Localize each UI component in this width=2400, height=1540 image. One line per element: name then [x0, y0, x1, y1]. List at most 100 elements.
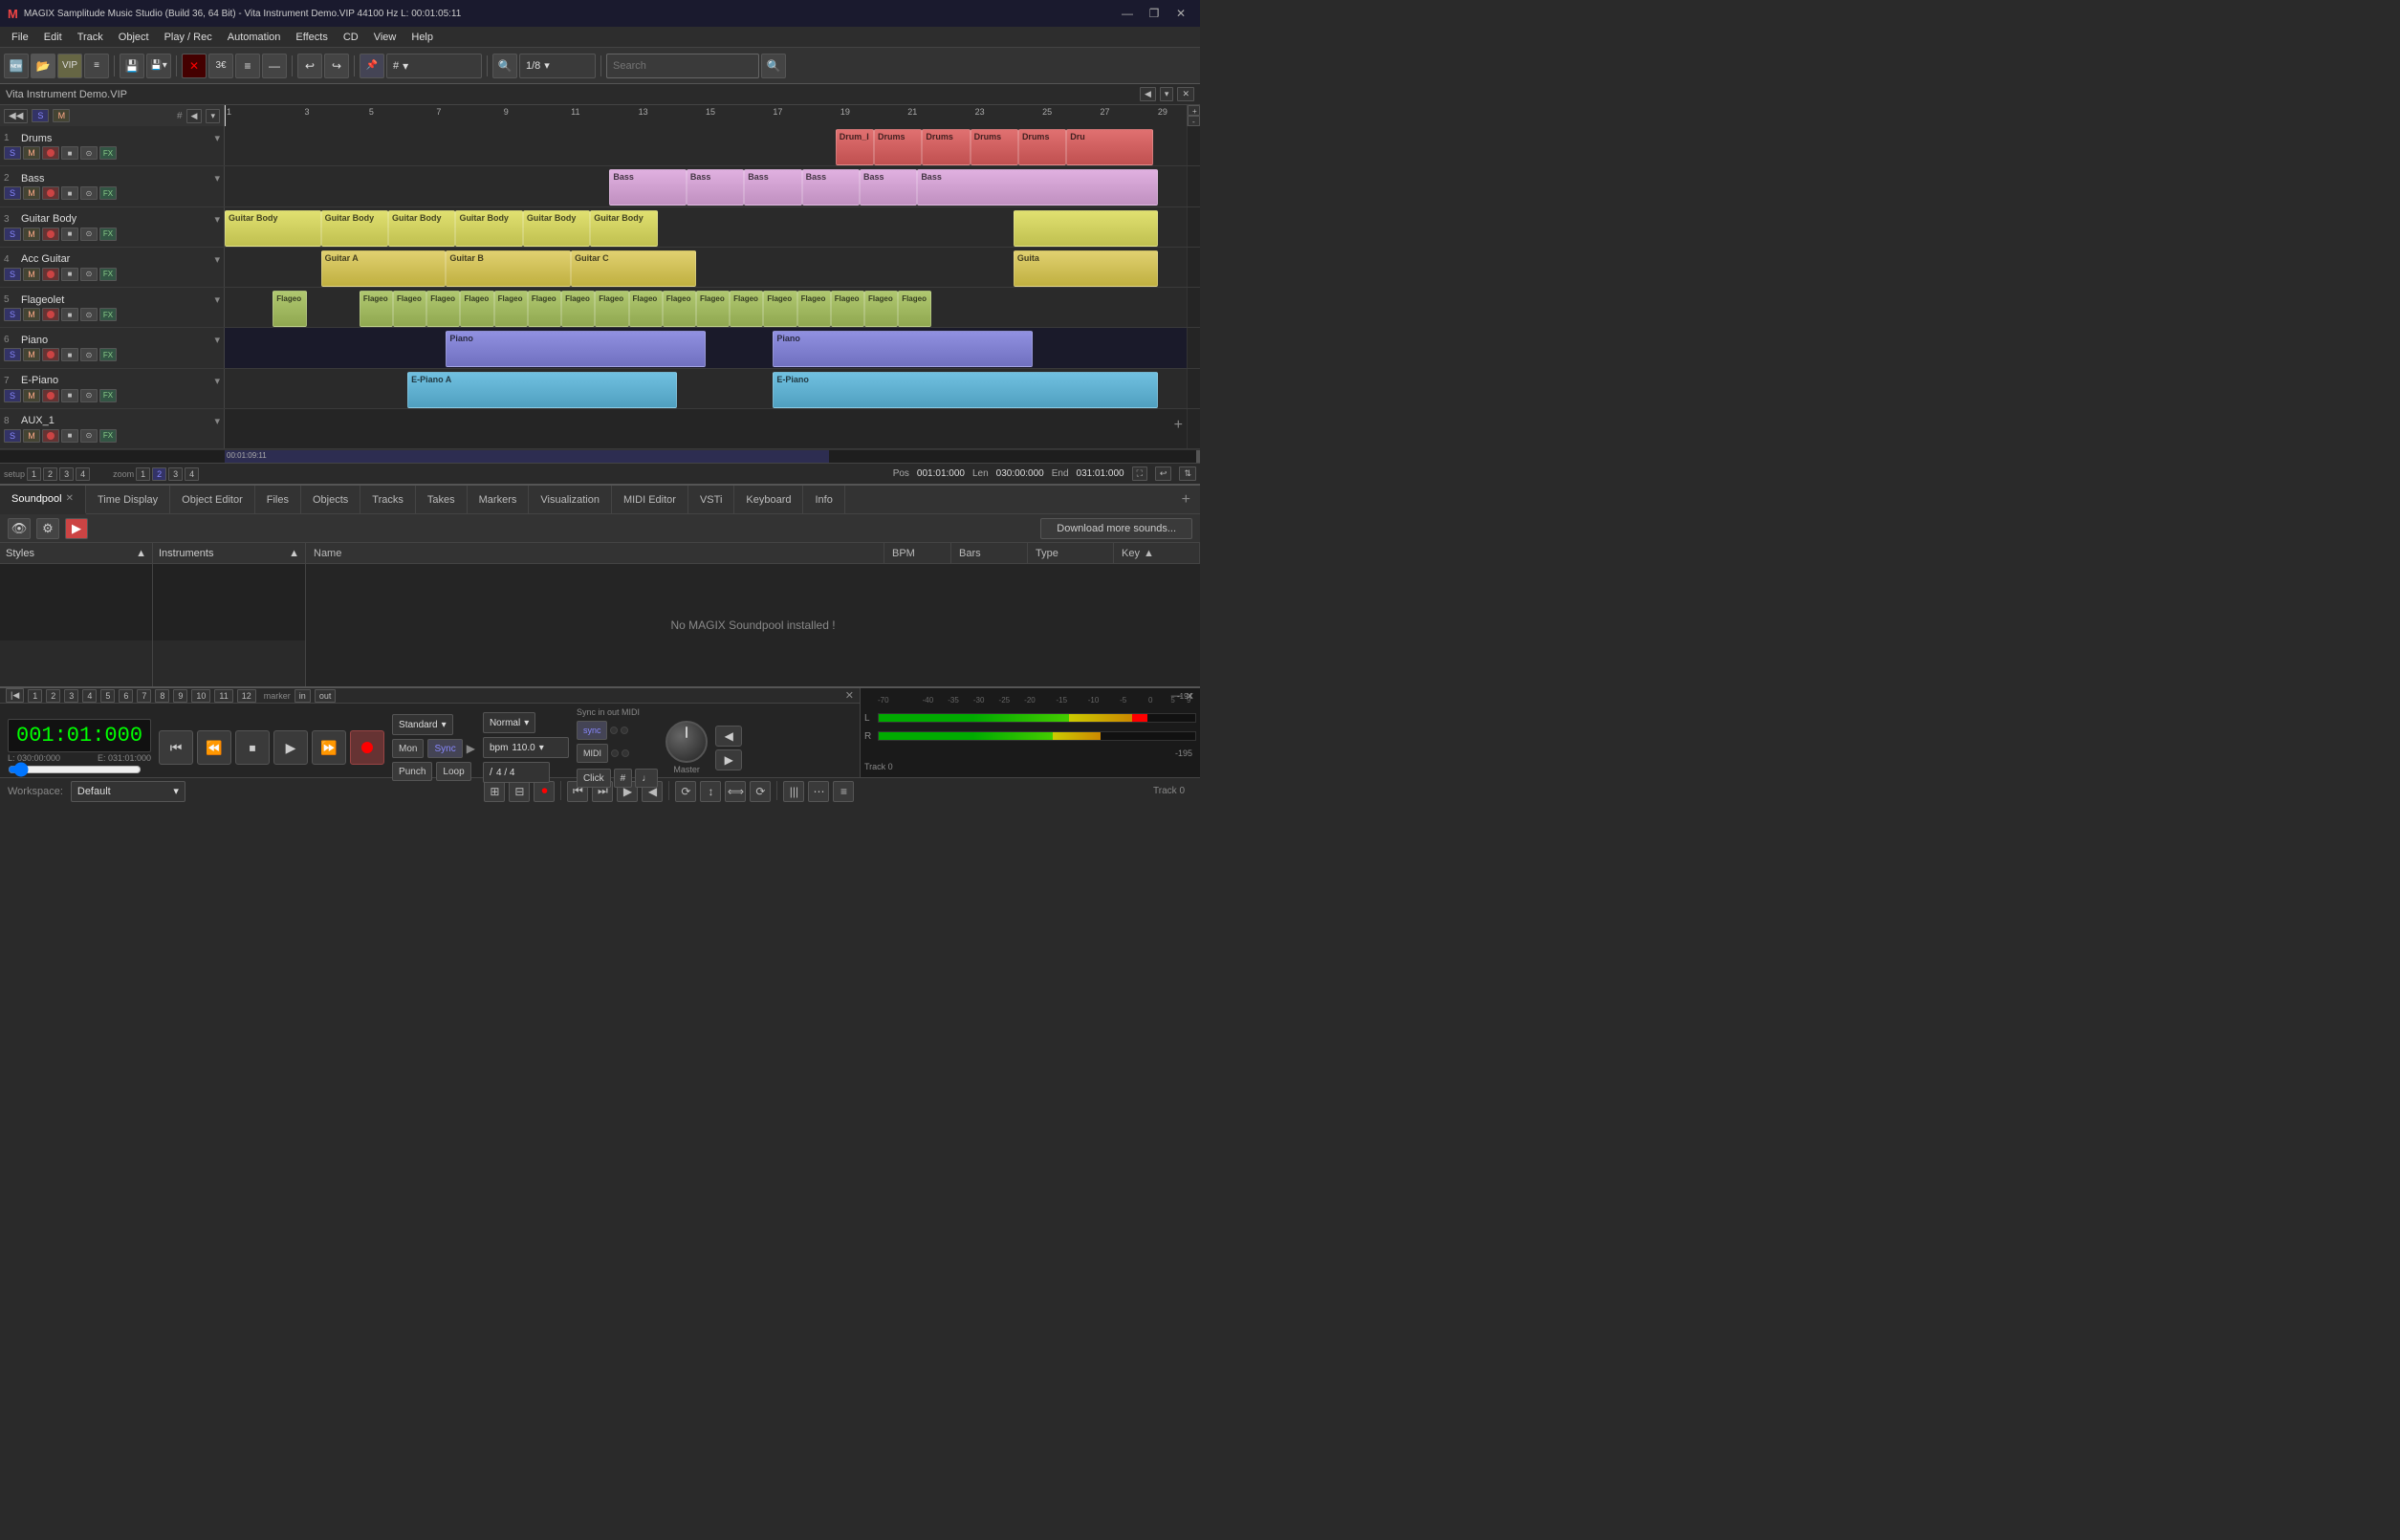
fx-ag[interactable]: FX [99, 268, 117, 281]
sync-led-btn[interactable]: sync [577, 721, 608, 740]
seg-gb-2[interactable]: Guitar Body [321, 210, 388, 247]
seg-gb-7[interactable] [1014, 210, 1158, 247]
fx-bass[interactable]: FX [99, 186, 117, 200]
seg-ag-4[interactable]: Guita [1014, 250, 1158, 287]
menu-help[interactable]: Help [404, 30, 441, 45]
track-content-acc-guitar[interactable]: Guitar A Guitar B Guitar C Guita [225, 248, 1187, 287]
search-go-button[interactable]: 🔍 [761, 54, 786, 78]
seg-piano-1[interactable]: Piano [446, 331, 706, 367]
sp-th-key[interactable]: Key ▲ [1114, 543, 1200, 563]
track-expand-ep[interactable]: ▾ [214, 375, 220, 387]
loop-end-handle[interactable] [1196, 450, 1200, 463]
tab-keyboard[interactable]: Keyboard [734, 486, 803, 514]
solo-piano[interactable]: S [4, 348, 21, 361]
segment-drum-4[interactable]: Drums [971, 129, 1018, 165]
zoom-1[interactable]: 1 [136, 467, 150, 481]
rec-bass[interactable] [42, 186, 59, 200]
seg-fl-2[interactable]: Flageo [360, 291, 393, 327]
solo-bass[interactable]: S [4, 186, 21, 200]
track-expand-piano[interactable]: ▾ [214, 334, 220, 346]
normal-dropdown[interactable]: Normal ▾ [483, 712, 535, 733]
menu-effects[interactable]: Effects [288, 30, 335, 45]
sp-styles-header[interactable]: Styles ▲ [0, 543, 152, 564]
sp-instruments-list[interactable] [153, 564, 305, 640]
seg-fl-5[interactable]: Flageo [460, 291, 493, 327]
redo-button[interactable]: ↪ [324, 54, 349, 78]
menu-view[interactable]: View [366, 30, 404, 45]
vip-expand-button[interactable]: ◀ [1140, 87, 1156, 101]
seg-fl-9[interactable]: Flageo [595, 291, 628, 327]
input-drums[interactable]: ⊙ [80, 146, 98, 160]
mute-gb[interactable]: M [23, 228, 40, 241]
input-ag[interactable]: ⊙ [80, 268, 98, 281]
seg-gb-5[interactable]: Guitar Body [523, 210, 590, 247]
midi-led-btn[interactable]: MIDI [577, 744, 608, 763]
track-content-flageolet[interactable]: Flageo Flageo Flageo Flageo Flageo Flage… [225, 288, 1187, 327]
segment-bass-3[interactable]: Bass [744, 169, 801, 206]
mute-ep[interactable]: M [23, 389, 40, 402]
note-button[interactable]: ♩ [635, 769, 658, 788]
bpm-dropdown[interactable]: bpm 110.0 ▾ [483, 737, 569, 758]
input-bass[interactable]: ⊙ [80, 186, 98, 200]
tab-takes[interactable]: Takes [416, 486, 468, 514]
marker-1-btn[interactable]: 1 [28, 689, 42, 703]
menu-cd[interactable]: CD [336, 30, 366, 45]
menu-automation[interactable]: Automation [220, 30, 289, 45]
back-button[interactable]: ⏪ [197, 730, 231, 765]
seg-fl-3[interactable]: Flageo [393, 291, 426, 327]
rec-drums[interactable] [42, 146, 59, 160]
menu-file[interactable]: File [4, 30, 36, 45]
menu-edit[interactable]: Edit [36, 30, 70, 45]
tab-soundpool-close[interactable]: ✕ [66, 493, 74, 504]
mute-all-button[interactable]: M [53, 109, 70, 122]
rec-aux[interactable] [42, 429, 59, 443]
in-btn[interactable]: in [295, 689, 311, 703]
marker-6-btn[interactable]: 6 [119, 689, 133, 703]
new-button[interactable]: 🆕 [4, 54, 29, 78]
solo-all-button[interactable]: S [32, 109, 49, 122]
expand-all-button[interactable]: ◀◀ [4, 109, 28, 123]
input-fl[interactable]: ⊙ [80, 308, 98, 321]
tab-add-button[interactable]: + [1172, 491, 1200, 509]
settings-button[interactable]: ≡ [84, 54, 109, 78]
solo-ag[interactable]: S [4, 268, 21, 281]
seg-fl-1[interactable]: Flageo [273, 291, 306, 327]
forward-button[interactable]: ⏩ [312, 730, 346, 765]
panel-close-icon[interactable]: ✕ [1186, 690, 1194, 703]
undo2-button[interactable]: ↩ [297, 54, 322, 78]
monitor-ag[interactable]: ■ [61, 268, 78, 281]
input-gb[interactable]: ⊙ [80, 228, 98, 241]
save-button[interactable]: 💾 [120, 54, 144, 78]
out-btn[interactable]: out [315, 689, 337, 703]
mute-ag[interactable]: M [23, 268, 40, 281]
tab-visualization[interactable]: Visualization [529, 486, 612, 514]
sync-button[interactable]: Sync [427, 739, 462, 758]
segment-drum-6[interactable]: Dru [1066, 129, 1153, 165]
maximize-button[interactable]: ❐ [1143, 5, 1166, 22]
undo-button[interactable]: ✕ [182, 54, 207, 78]
monitor-drums[interactable]: ■ [61, 146, 78, 160]
seg-fl-12[interactable]: Flageo [696, 291, 730, 327]
tab-object-editor[interactable]: Object Editor [170, 486, 255, 514]
input-piano[interactable]: ⊙ [80, 348, 98, 361]
setup-3[interactable]: 3 [59, 467, 74, 481]
menu-track[interactable]: Track [70, 30, 111, 45]
seg-ep-2[interactable]: E-Piano [773, 372, 1157, 408]
marker-12-btn[interactable]: 12 [237, 689, 256, 703]
fx-drums[interactable]: FX [99, 146, 117, 160]
solo-fl[interactable]: S [4, 308, 21, 321]
fx-ep[interactable]: FX [99, 389, 117, 402]
marker-7-btn[interactable]: 7 [137, 689, 151, 703]
seg-fl-11[interactable]: Flageo [663, 291, 696, 327]
marker-9-btn[interactable]: 9 [173, 689, 187, 703]
marker-11-btn[interactable]: 11 [214, 689, 232, 703]
segment-bass-4[interactable]: Bass [802, 169, 860, 206]
sp-th-bpm[interactable]: BPM [884, 543, 951, 563]
segment-drum-1[interactable]: Drum_I [836, 129, 874, 165]
rewind-button[interactable]: ⏮ [159, 730, 193, 765]
search-input[interactable] [606, 54, 759, 78]
seg-gb-1[interactable]: Guitar Body [225, 210, 321, 247]
seg-ag-1[interactable]: Guitar A [321, 250, 447, 287]
tab-tracks[interactable]: Tracks [360, 486, 416, 514]
mute-piano[interactable]: M [23, 348, 40, 361]
